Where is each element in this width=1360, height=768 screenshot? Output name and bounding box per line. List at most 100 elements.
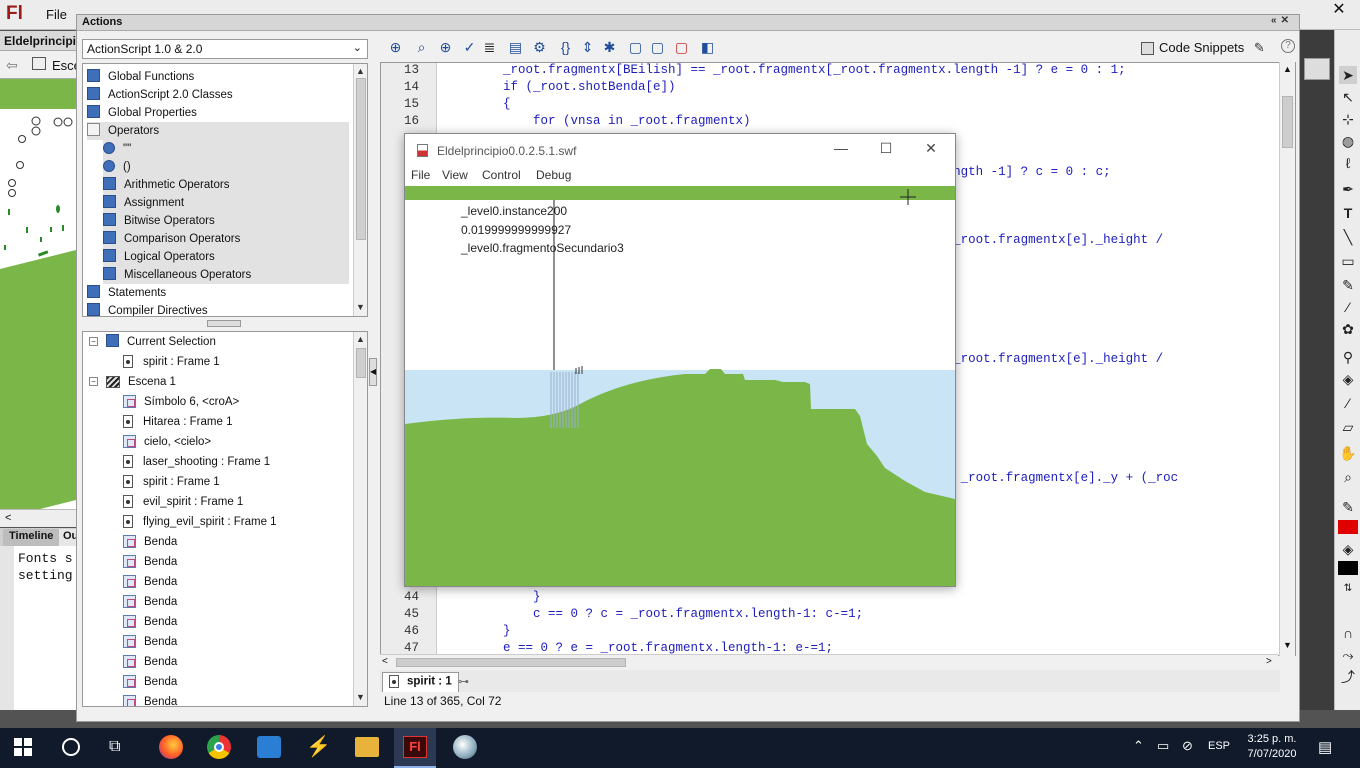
navigator-item[interactable]: Benda <box>123 692 177 706</box>
navigator-item[interactable]: − Escena 1 <box>89 372 176 392</box>
search-icon[interactable] <box>62 738 80 756</box>
swf-menu-control[interactable]: Control <box>482 168 521 182</box>
navigator-item[interactable]: flying_evil_spirit : Frame 1 <box>123 512 277 532</box>
apply-line-comment-icon[interactable]: ▢ <box>649 39 666 56</box>
back-arrow-icon[interactable]: ⇦ <box>6 57 18 74</box>
toolbox-item[interactable]: Compiler Directives <box>87 302 349 316</box>
navigator-scrollbar[interactable]: ▲ ▼ <box>353 332 367 706</box>
toolbox-item[interactable]: () <box>103 158 349 176</box>
zoom-tool-icon[interactable]: ⌕ <box>1339 468 1357 486</box>
animate-taskbar-button[interactable]: Fl <box>394 728 436 768</box>
pencil-tool-icon[interactable]: ✎ <box>1339 276 1357 294</box>
navigator-item[interactable]: Benda <box>123 592 177 612</box>
maximize-icon[interactable]: ☐ <box>876 140 896 157</box>
swf-menu-debug[interactable]: Debug <box>536 168 571 182</box>
debug-options-icon[interactable]: ⚙ <box>531 39 548 56</box>
pin-script-icon[interactable]: ⊶ <box>458 675 469 688</box>
collapse-selection-icon[interactable]: ⇕ <box>579 39 596 56</box>
auto-format-icon[interactable]: ≣ <box>481 39 498 56</box>
apply-block-comment-icon[interactable]: ▢ <box>627 39 644 56</box>
brush-tool-icon[interactable]: ⁄ <box>1339 298 1357 316</box>
collapse-icon[interactable]: − <box>89 377 98 387</box>
toolbox-item[interactable]: Miscellaneous Operators <box>103 266 349 284</box>
show-hide-toolbox-icon[interactable]: ◧ <box>699 39 716 56</box>
wifi-off-icon[interactable]: ⊘ <box>1182 738 1193 754</box>
toolbox-item[interactable]: Assignment <box>103 194 349 212</box>
navigator-item[interactable]: Benda <box>123 572 177 592</box>
toolbox-item[interactable]: Arithmetic Operators <box>103 176 349 194</box>
paint-app-icon[interactable] <box>453 735 477 759</box>
toolbox-item[interactable]: ActionScript 2.0 Classes <box>87 86 349 104</box>
code-line[interactable]: c == 0 ? c = _root.fragmentx.length-1: c… <box>443 607 863 621</box>
navigator-item[interactable]: Benda <box>123 612 177 632</box>
toolbox-item[interactable]: Logical Operators <box>103 248 349 266</box>
code-line[interactable]: } <box>443 590 541 604</box>
pen-tool-icon[interactable]: ✒ <box>1339 180 1357 198</box>
bone-tool-icon[interactable]: ⚲ <box>1339 348 1357 366</box>
script-tab[interactable]: spirit : 1 <box>382 672 459 692</box>
task-view-icon[interactable]: ⧉ <box>109 738 120 756</box>
swap-colors-icon[interactable]: ⇅ <box>1339 580 1357 598</box>
language-select[interactable]: ActionScript 1.0 & 2.0 ⌄ <box>82 39 368 59</box>
deco-tool-icon[interactable]: ✿ <box>1339 320 1357 338</box>
eraser-tool-icon[interactable]: ▱ <box>1339 418 1357 436</box>
toolbox-item[interactable]: Operators <box>87 122 349 140</box>
check-syntax-icon[interactable]: ✓ <box>461 39 478 56</box>
code-line[interactable]: } <box>443 624 511 638</box>
notifications-icon[interactable]: ▤ <box>1318 738 1332 756</box>
eyedropper-icon[interactable]: ⁄ <box>1339 394 1357 412</box>
navigator-item[interactable]: evil_spirit : Frame 1 <box>123 492 243 512</box>
navigator-item[interactable]: Benda <box>123 672 177 692</box>
panel-collapse-icon[interactable]: «✕ <box>1271 15 1293 26</box>
toolbox-item[interactable]: Comparison Operators <box>103 230 349 248</box>
clock[interactable]: 3:25 p. m. 7/07/2020 <box>1240 732 1304 762</box>
stage-horizontal-scrollbar[interactable]: < <box>0 509 76 527</box>
toolbox-item[interactable]: Global Functions <box>87 68 349 86</box>
rectangle-tool-icon[interactable]: ▭ <box>1339 252 1357 270</box>
chevron-up-icon[interactable]: ⌃ <box>1133 738 1144 754</box>
show-code-hint-icon[interactable]: ▤ <box>507 39 524 56</box>
editor-vertical-scrollbar[interactable]: ▲ ▼ <box>1279 62 1295 656</box>
lasso-tool-icon[interactable]: ℓ <box>1339 154 1357 172</box>
swf-title-bar[interactable]: Eldelprincipio0.0.2.5.1.swf — ☐ ✕ <box>405 134 955 166</box>
actions-panel-title[interactable]: Actions «✕ <box>77 15 1299 31</box>
stage[interactable] <box>0 79 76 509</box>
toolbox-item[interactable]: Bitwise Operators <box>103 212 349 230</box>
wand-icon[interactable]: ✎ <box>1254 40 1265 55</box>
code-line[interactable]: e == 0 ? e = _root.fragmentx.length-1: e… <box>443 641 833 655</box>
close-icon[interactable]: ✕ <box>1318 0 1360 20</box>
navigator-item[interactable]: − Current Selection <box>89 332 216 352</box>
find-icon[interactable]: ⌕ <box>413 39 430 56</box>
navigator-item[interactable]: laser_shooting : Frame 1 <box>123 452 270 472</box>
subselection-tool-icon[interactable]: ↖ <box>1339 88 1357 106</box>
tab-timeline[interactable]: Timeline <box>3 529 60 546</box>
insert-target-path-icon[interactable]: ⊕ <box>437 39 454 56</box>
fill-color-swatch[interactable] <box>1338 561 1358 575</box>
file-explorer-icon[interactable] <box>355 737 379 757</box>
close-icon[interactable]: ✕ <box>921 140 941 157</box>
language-indicator[interactable]: ESP <box>1208 740 1230 752</box>
network-icon[interactable]: ▭ <box>1157 738 1169 754</box>
text-tool-icon[interactable]: T <box>1339 204 1357 222</box>
navigator-item[interactable]: Benda <box>123 632 177 652</box>
stroke-color-swatch[interactable] <box>1338 520 1358 534</box>
navigator-item[interactable]: Benda <box>123 532 177 552</box>
selection-tool-icon[interactable]: ➤ <box>1339 66 1357 84</box>
expand-all-icon[interactable]: ✱ <box>601 39 618 56</box>
navigator-item[interactable]: cielo, <cielo> <box>123 432 211 452</box>
hand-tool-icon[interactable]: ✋ <box>1339 444 1357 462</box>
toolbox-item[interactable]: Statements <box>87 284 349 302</box>
code-line[interactable]: _root.fragmentx[BEilish] == _root.fragme… <box>443 63 1126 77</box>
remove-comment-icon[interactable]: ▢ <box>673 39 690 56</box>
windows-start-icon[interactable] <box>14 738 32 756</box>
code-line[interactable]: { <box>443 97 511 111</box>
collapse-toolbox-handle[interactable]: ◀ <box>369 358 377 386</box>
minimize-icon[interactable]: — <box>831 140 851 156</box>
navigator-item[interactable]: Benda <box>123 552 177 572</box>
straighten-icon[interactable]: ⤴ <box>1339 668 1357 686</box>
video-app-icon[interactable] <box>257 736 281 758</box>
swf-menu-view[interactable]: View <box>442 168 468 182</box>
navigator-item[interactable]: Hitarea : Frame 1 <box>123 412 232 432</box>
navigator-item[interactable]: Benda <box>123 652 177 672</box>
tools-app-icon[interactable]: ⚡ <box>306 736 331 758</box>
